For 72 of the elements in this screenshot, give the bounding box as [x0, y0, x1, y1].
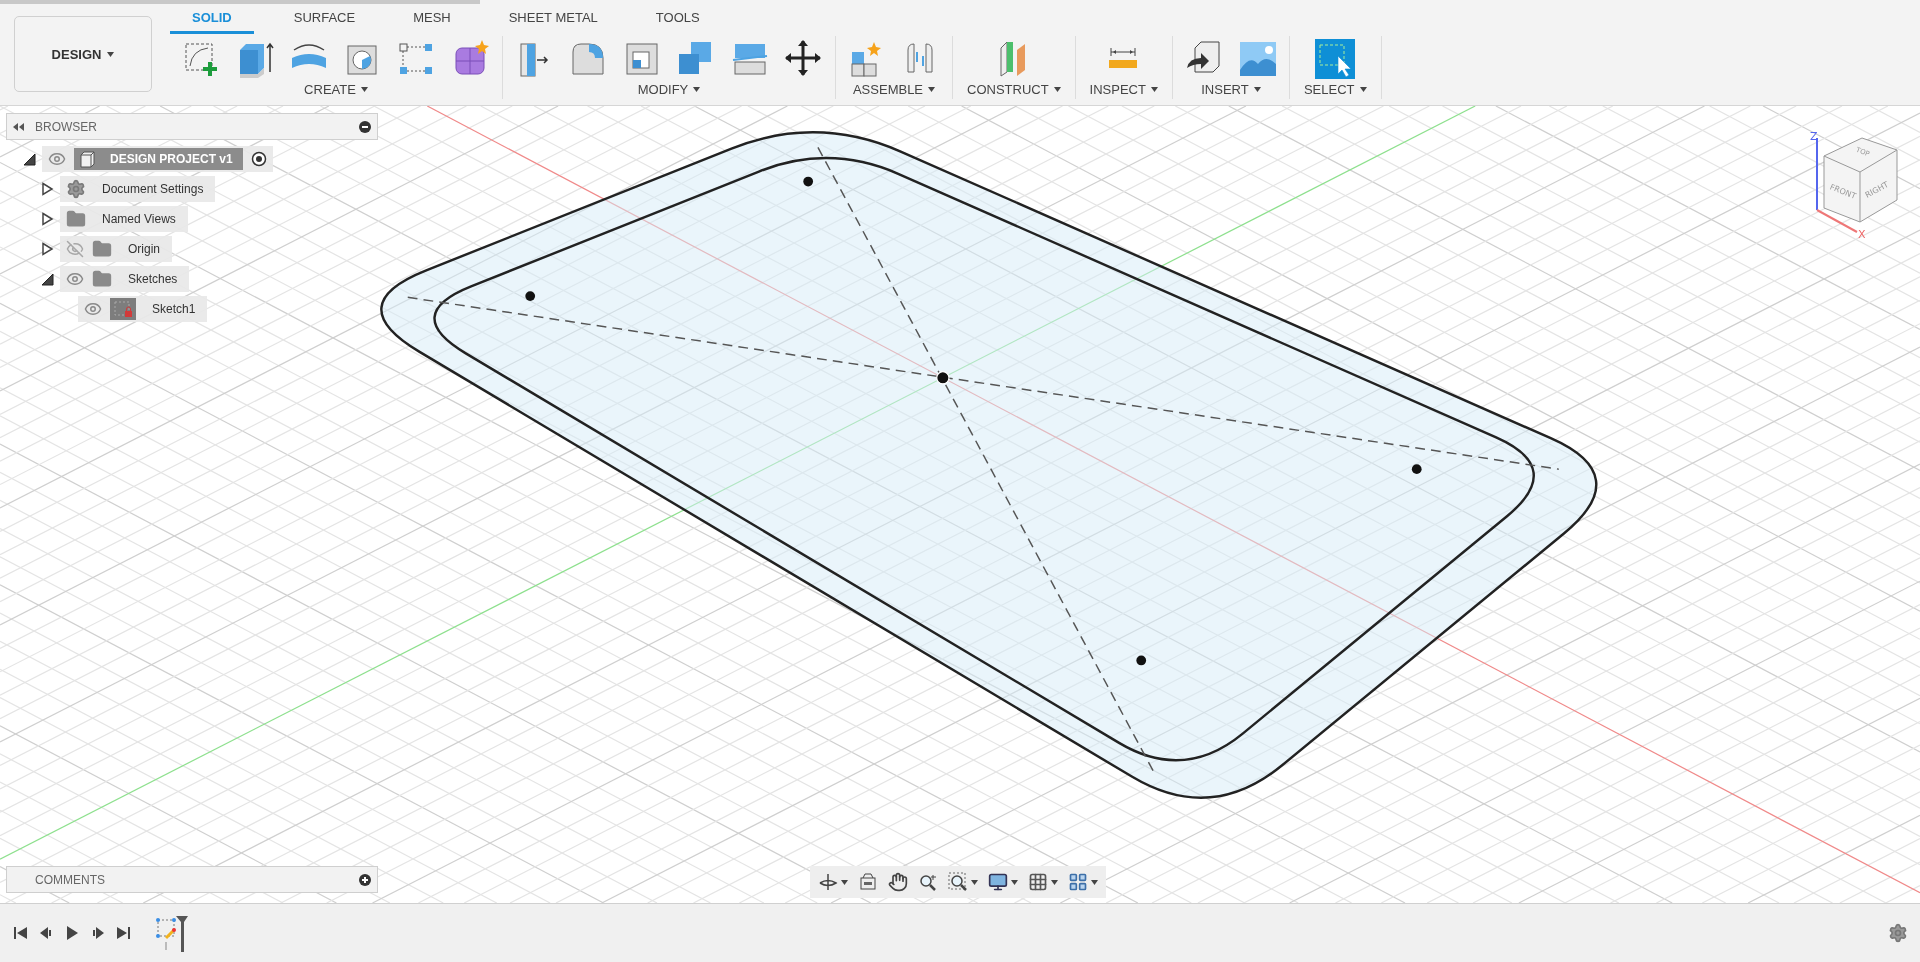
tool-group-menu[interactable]: ASSEMBLE — [848, 80, 940, 99]
zoom-icon[interactable] — [918, 872, 938, 892]
browser-item[interactable]: Origin — [60, 236, 172, 262]
sketch-point[interactable] — [1411, 464, 1422, 475]
display-icon[interactable] — [988, 872, 1008, 892]
collapsed-arrow-icon[interactable] — [40, 182, 54, 196]
caret-icon — [1253, 87, 1261, 92]
caret-icon — [1011, 879, 1018, 885]
caret-icon — [1359, 87, 1367, 92]
sketch-point[interactable] — [803, 176, 814, 187]
tool-group-menu[interactable]: SELECT — [1299, 80, 1371, 99]
caret-icon — [841, 879, 848, 885]
browser-title: BROWSER — [35, 119, 98, 134]
pan-hand-icon[interactable] — [888, 872, 908, 892]
caret-icon — [1053, 87, 1061, 92]
browser-header[interactable]: BROWSER — [6, 113, 378, 140]
caret-icon — [971, 879, 978, 885]
tool-group-menu[interactable]: CREATE — [300, 80, 372, 99]
browser-item[interactable]: Document Settings — [60, 176, 216, 202]
caret-icon — [107, 51, 115, 57]
next-icon[interactable] — [90, 925, 106, 941]
gear-icon — [66, 179, 86, 199]
eye-icon[interactable] — [66, 270, 84, 288]
ribbon-tab[interactable]: SURFACE — [271, 10, 378, 34]
workspace-button[interactable]: DESIGN — [14, 16, 152, 92]
collapsed-arrow-icon[interactable] — [40, 212, 54, 226]
browser-item[interactable]: Sketch1 — [78, 296, 208, 322]
caret-icon — [1091, 879, 1098, 885]
sketch-icon — [110, 298, 136, 320]
caret-icon — [360, 87, 368, 92]
folder-icon — [92, 269, 112, 289]
tool-group-menu[interactable]: INSPECT — [1085, 80, 1162, 99]
look-at-icon[interactable] — [858, 872, 878, 892]
folder-icon — [92, 239, 112, 259]
collapse-icon[interactable] — [13, 122, 25, 131]
active-radio-icon[interactable] — [250, 151, 267, 167]
select-tool-icon[interactable] — [1314, 38, 1357, 80]
grid-icon[interactable] — [1028, 872, 1048, 892]
minus-icon[interactable] — [359, 120, 371, 133]
zoom-window-icon[interactable] — [948, 872, 968, 892]
expanded-arrow-icon[interactable] — [40, 272, 54, 286]
play-icon[interactable] — [64, 925, 80, 941]
comments-panel[interactable]: COMMENTS — [6, 866, 378, 893]
previous-icon[interactable] — [38, 925, 54, 941]
ribbon-tab[interactable]: SHEET METAL — [486, 10, 620, 34]
ribbon-tab[interactable]: MESH — [391, 10, 473, 34]
caret-icon — [693, 87, 701, 92]
tool-group-menu[interactable]: MODIFY — [633, 80, 705, 99]
last-icon[interactable] — [116, 925, 132, 941]
comments-title: COMMENTS — [35, 872, 106, 887]
caret-icon — [1150, 87, 1158, 92]
browser-item[interactable]: Named Views — [60, 206, 188, 232]
ribbon-tab[interactable]: TOOLS — [633, 10, 722, 34]
sketch-point[interactable] — [1136, 655, 1147, 666]
collapsed-arrow-icon[interactable] — [40, 242, 54, 256]
settings-icon[interactable] — [1888, 923, 1908, 943]
viewports-icon[interactable] — [1068, 872, 1088, 892]
eye-icon[interactable] — [84, 300, 102, 318]
first-icon[interactable] — [12, 925, 28, 941]
add-icon[interactable] — [359, 873, 371, 886]
cube-icon — [78, 150, 96, 168]
orbit-icon[interactable] — [818, 872, 838, 892]
caret-icon — [928, 87, 936, 92]
folder-icon — [66, 209, 86, 229]
tool-group-menu[interactable]: INSERT — [1197, 80, 1265, 99]
tool-group-menu[interactable]: CONSTRUCT — [963, 80, 1065, 99]
browser-item[interactable]: Sketches — [60, 266, 190, 292]
sketch-point[interactable] — [525, 291, 536, 301]
caret-icon — [1051, 879, 1058, 885]
eye-icon[interactable] — [48, 150, 66, 168]
center-point[interactable] — [936, 371, 950, 385]
expanded-arrow-icon[interactable] — [22, 152, 36, 166]
